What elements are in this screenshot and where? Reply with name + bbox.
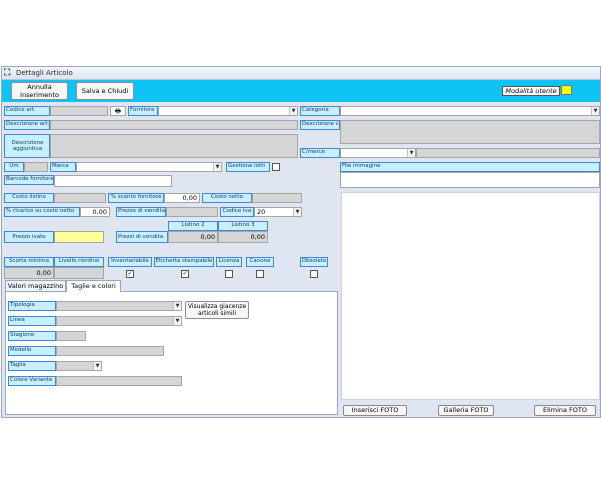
licenza-label: Licenza bbox=[216, 257, 242, 267]
scorta-minima-label: Scorta minima bbox=[4, 257, 54, 267]
prezzo-ivato-field[interactable] bbox=[54, 231, 104, 243]
marca-select[interactable]: ▼ bbox=[76, 162, 222, 172]
modello-field[interactable] bbox=[56, 346, 164, 356]
window-title: Dettagli Articolo bbox=[16, 69, 73, 77]
chevron-down-icon[interactable]: ▼ bbox=[93, 362, 101, 370]
costo-netto-field bbox=[252, 193, 302, 203]
obsoleto-checkbox[interactable] bbox=[310, 270, 318, 278]
inserisci-foto-button[interactable]: Inserisci FOTO bbox=[343, 405, 407, 416]
costo-netto-label: Costo netto bbox=[202, 193, 252, 203]
descrizione-cat-field bbox=[340, 120, 600, 144]
colore-variante-label: Colore Variante bbox=[8, 376, 56, 386]
canone-checkbox[interactable] bbox=[256, 270, 264, 278]
tipologia-select[interactable]: ▼ bbox=[56, 301, 182, 311]
scorta-minima-field[interactable]: 0,00 bbox=[4, 267, 54, 279]
codice-iva-label: Codice Iva bbox=[220, 207, 254, 217]
licenza-checkbox[interactable] bbox=[225, 270, 233, 278]
stagione-field[interactable] bbox=[56, 331, 86, 341]
descrizione-aggiuntiva-label: Descrizione aggiuntiva bbox=[4, 134, 50, 158]
um-label: Um bbox=[4, 162, 24, 172]
chevron-down-icon[interactable]: ▼ bbox=[289, 107, 297, 115]
costo-listino-label: Costo listino bbox=[4, 193, 54, 203]
stagione-label: Stagione bbox=[8, 331, 56, 341]
listino3-label: Listino 3 bbox=[218, 221, 268, 231]
fornitore-label: Fornitore bbox=[128, 106, 158, 116]
descrizione-art-label: Descrizione art. bbox=[4, 120, 50, 130]
image-preview bbox=[341, 192, 600, 400]
cmerce-select[interactable]: ▼ bbox=[340, 148, 416, 158]
chevron-down-icon[interactable]: ▼ bbox=[591, 107, 599, 115]
canone-label: Canone bbox=[246, 257, 274, 267]
descrizione-art-field[interactable] bbox=[50, 120, 298, 130]
chevron-down-icon[interactable]: ▼ bbox=[173, 302, 181, 310]
taglia-select[interactable]: ▼ bbox=[56, 361, 102, 371]
barcode-fornitore-field[interactable] bbox=[54, 175, 172, 187]
descrizione-cat-label: Descrizione cat. bbox=[300, 120, 340, 130]
barcode-fornitore-label: Barcode fornitore bbox=[4, 175, 54, 185]
fornitore-select[interactable]: ▼ bbox=[158, 106, 298, 116]
linea-label: Linea bbox=[8, 316, 56, 326]
um-field[interactable] bbox=[24, 162, 48, 172]
codice-iva-select[interactable]: 20 ▼ bbox=[254, 207, 302, 217]
cmerce-description-field bbox=[416, 148, 600, 158]
prezzi-vendita-label: Prezzi di vendita bbox=[116, 231, 168, 243]
codice-iva-value: 20 bbox=[257, 208, 266, 216]
visualizza-giacenze-button[interactable]: Visualizza giacenze articoli simili bbox=[185, 301, 249, 319]
inventariabile-checkbox[interactable]: ✓ bbox=[126, 270, 134, 278]
codice-art-label: Codice art. bbox=[4, 106, 50, 116]
save-close-button[interactable]: Salva e Chiudi bbox=[76, 82, 134, 100]
gestione-lotti-label: Gestione lotti bbox=[226, 162, 270, 172]
user-mode-toggle[interactable] bbox=[561, 85, 572, 95]
etichetta-stampabile-checkbox[interactable]: ✓ bbox=[181, 270, 189, 278]
inventariabile-label: Inventariabile bbox=[108, 257, 152, 267]
prezzo-vendita-field[interactable] bbox=[166, 207, 218, 217]
descrizione-aggiuntiva-field[interactable] bbox=[50, 134, 298, 158]
listino2-label: Listino 2 bbox=[168, 221, 218, 231]
print-icon[interactable]: 🖶 bbox=[110, 106, 126, 116]
marca-label: Marca bbox=[50, 162, 76, 172]
chevron-down-icon[interactable]: ▼ bbox=[293, 208, 301, 216]
chevron-down-icon[interactable]: ▼ bbox=[213, 163, 221, 171]
listino3-field[interactable]: 0,00 bbox=[218, 231, 268, 243]
livello-riordino-label: Livello riordino bbox=[54, 257, 104, 267]
chevron-down-icon[interactable]: ▼ bbox=[407, 149, 415, 157]
prezzo-ivato-label: Prezzo ivato bbox=[4, 231, 54, 243]
colore-variante-field[interactable] bbox=[56, 376, 182, 386]
toolbar: Annulla Inserimento Salva e Chiudi Modal… bbox=[2, 80, 600, 102]
listino2-field[interactable]: 0,00 bbox=[168, 231, 218, 243]
file-immagine-field[interactable] bbox=[340, 172, 600, 188]
ricarico-label: % ricarico su costo netto bbox=[4, 207, 80, 217]
sconto-fornitore-field[interactable]: 0,00 bbox=[164, 193, 200, 203]
title-bar: ⛶ Dettagli Articolo bbox=[2, 67, 600, 80]
tab-taglie-colori[interactable]: Taglie e colori bbox=[66, 280, 121, 292]
file-immagine-label: File immagine bbox=[340, 162, 600, 172]
form-icon: ⛶ bbox=[4, 68, 11, 78]
cancel-insert-button[interactable]: Annulla Inserimento bbox=[11, 82, 68, 100]
elimina-foto-button[interactable]: Elimina FOTO bbox=[534, 405, 596, 416]
user-mode-label: Modalità utente bbox=[502, 86, 560, 96]
etichetta-stampabile-label: Etichetta stampabile bbox=[154, 257, 214, 267]
ricarico-field[interactable]: 0,00 bbox=[80, 207, 110, 217]
codice-art-field[interactable] bbox=[50, 106, 108, 116]
galleria-foto-button[interactable]: Galleria FOTO bbox=[438, 405, 494, 416]
costo-listino-field[interactable] bbox=[54, 193, 106, 203]
cmerce-label: C/merce bbox=[300, 148, 340, 158]
categoria-select[interactable]: ▼ bbox=[340, 106, 600, 116]
gestione-lotti-checkbox[interactable] bbox=[272, 163, 280, 171]
linea-select[interactable]: ▼ bbox=[56, 316, 182, 326]
prezzo-vendita-label: Prezzo di vendita bbox=[116, 207, 166, 217]
livello-riordino-field[interactable] bbox=[54, 267, 104, 279]
tipologia-label: Tipologia bbox=[8, 301, 56, 311]
obsoleto-label: Obsoleto bbox=[300, 257, 328, 267]
categoria-label: Categoria bbox=[300, 106, 340, 116]
chevron-down-icon[interactable]: ▼ bbox=[173, 317, 181, 325]
taglia-label: Taglia bbox=[8, 361, 56, 371]
modello-label: Modello bbox=[8, 346, 56, 356]
article-details-window: ⛶ Dettagli Articolo Annulla Inserimento … bbox=[1, 66, 601, 418]
sconto-fornitore-label: % sconto fornitore bbox=[108, 193, 164, 203]
